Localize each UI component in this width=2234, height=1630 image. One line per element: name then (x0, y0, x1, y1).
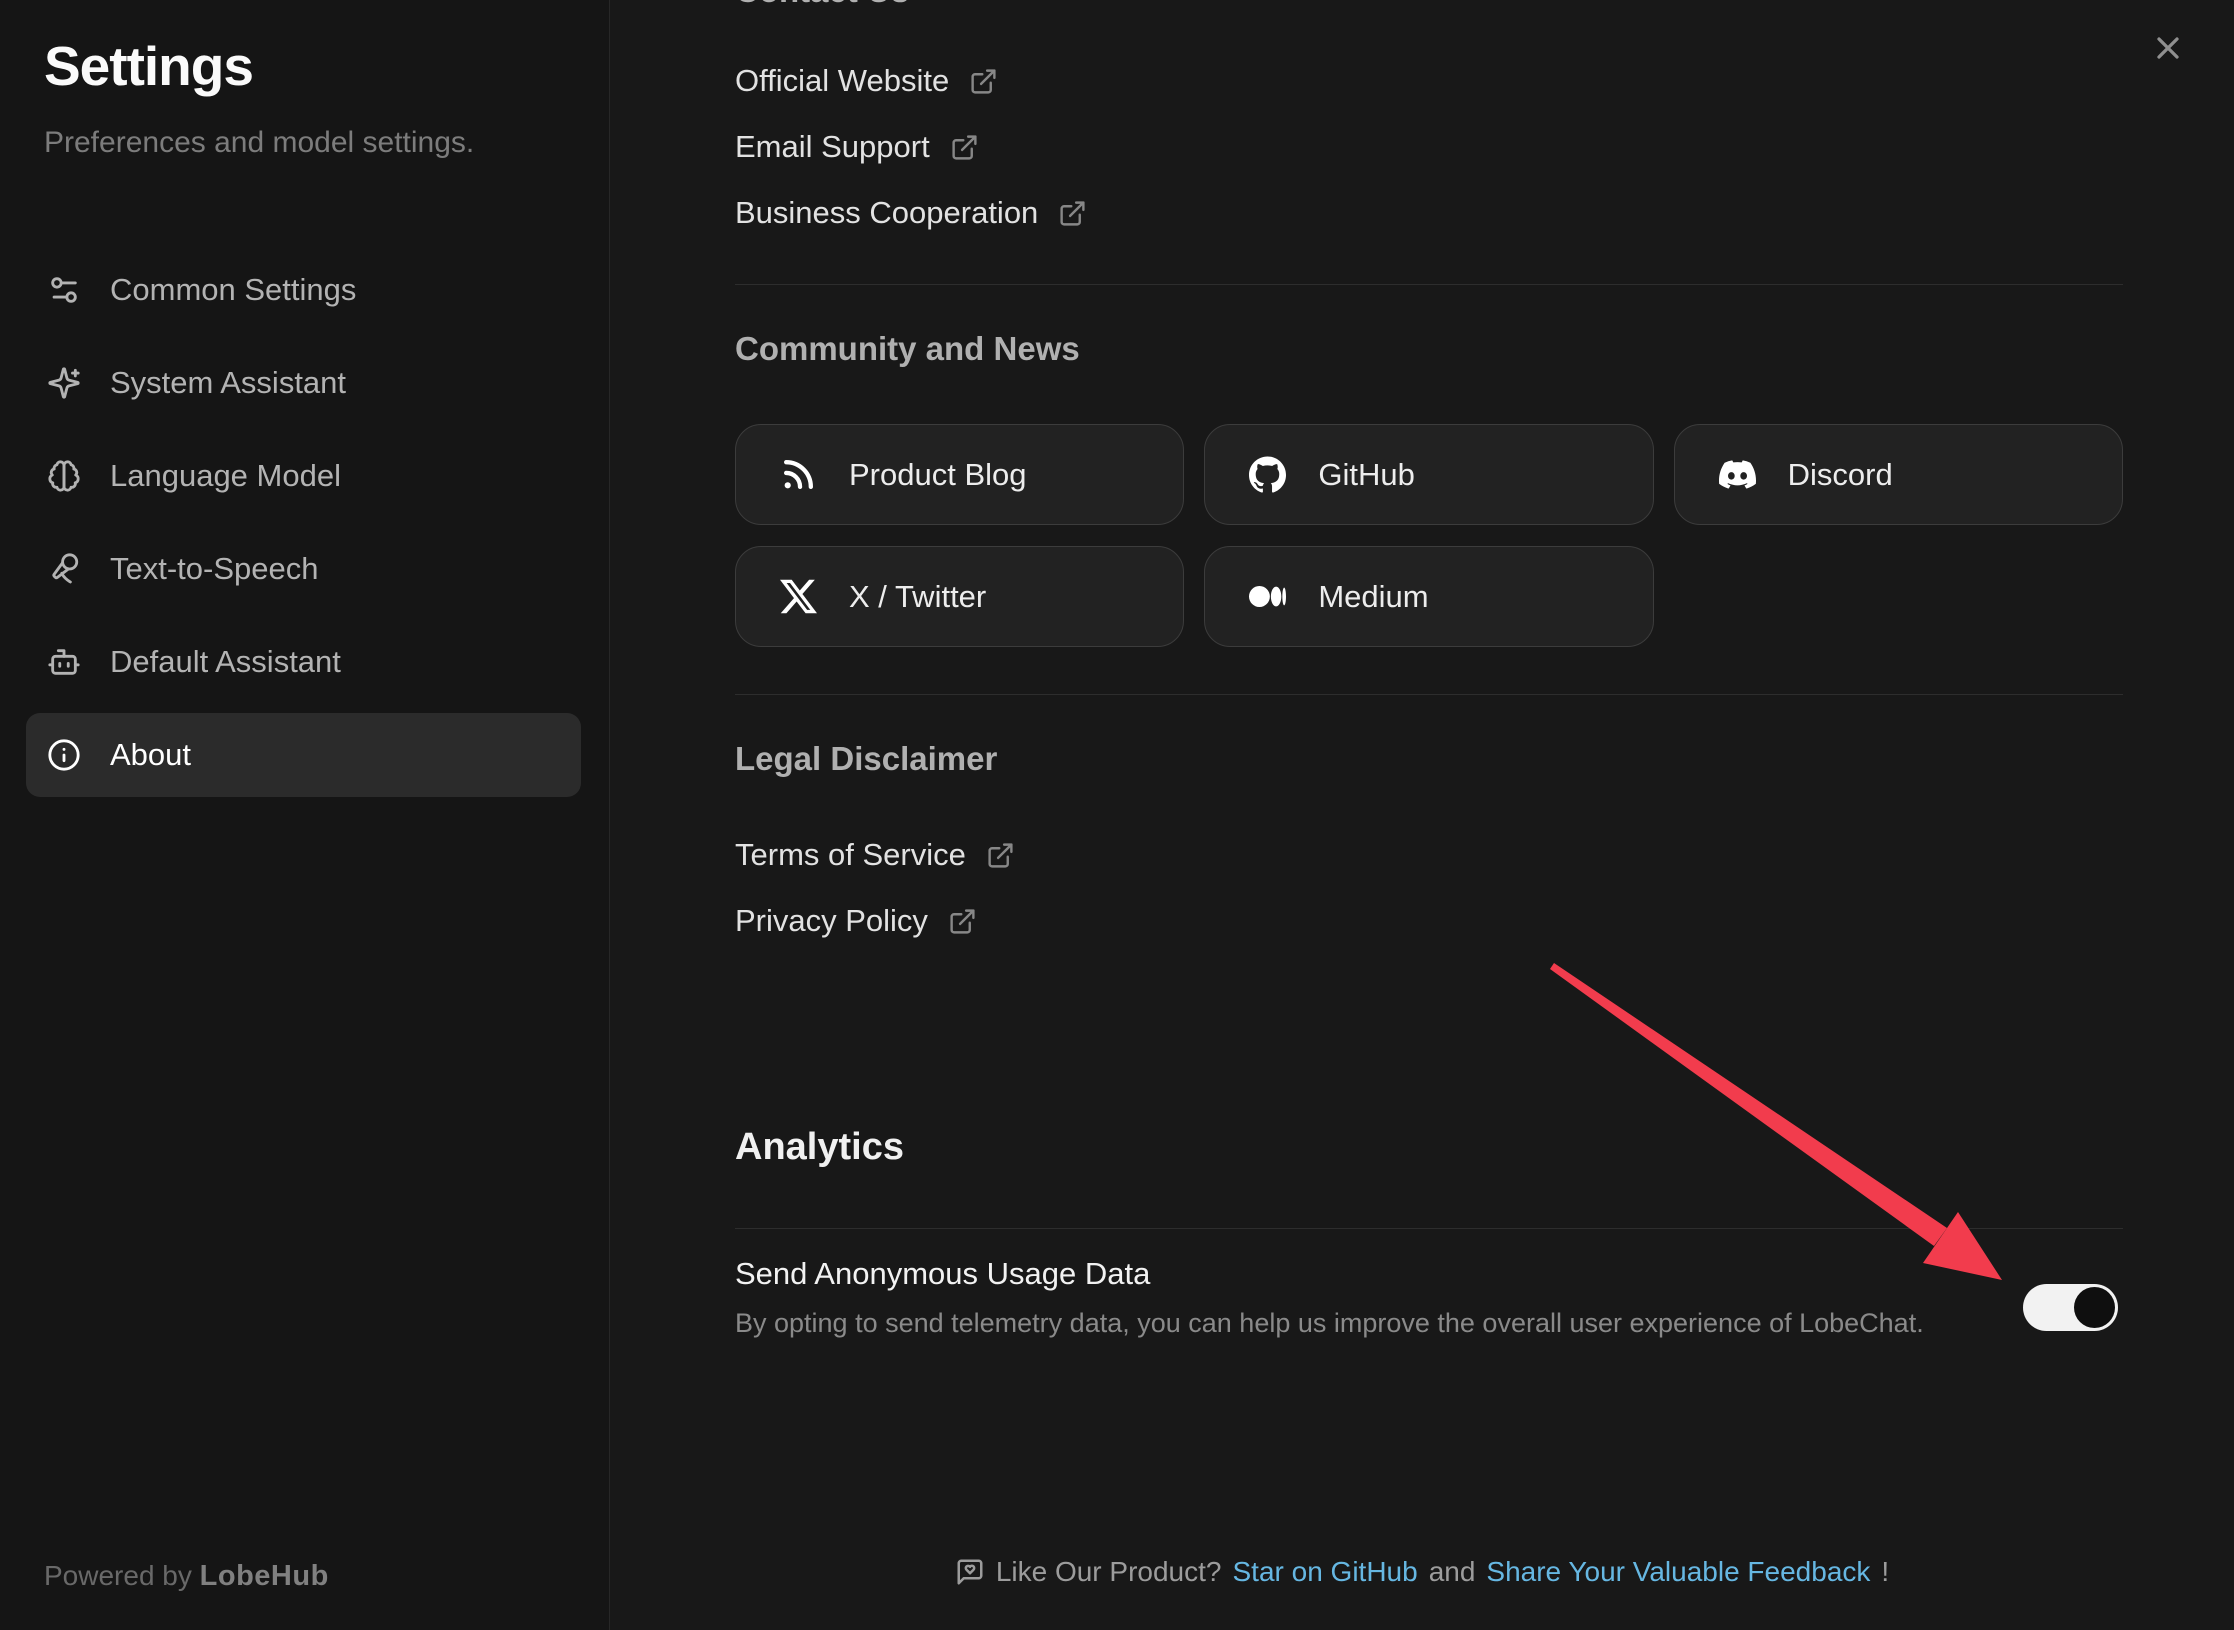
toggle-knob (2074, 1287, 2115, 1328)
button-label: Discord (1788, 457, 1893, 493)
powered-by[interactable]: Powered by LobeHub (44, 1560, 329, 1593)
email-support-link[interactable]: Email Support (735, 124, 979, 170)
sparkles-icon (47, 366, 81, 400)
powered-by-text: Powered by (44, 1560, 192, 1591)
github-button[interactable]: GitHub (1204, 424, 1653, 525)
sidebar-item-about[interactable]: About (26, 713, 581, 797)
x-twitter-button[interactable]: X / Twitter (735, 546, 1184, 647)
sidebar-item-label: Common Settings (110, 272, 356, 308)
external-link-icon (948, 907, 977, 936)
external-link-icon (950, 133, 979, 162)
discord-icon (1719, 456, 1756, 493)
bot-icon (47, 645, 81, 679)
analytics-section-title: Analytics (735, 1126, 904, 1169)
business-cooperation-link[interactable]: Business Cooperation (735, 190, 1087, 236)
footer-text: and (1429, 1556, 1476, 1588)
link-label: Privacy Policy (735, 903, 928, 939)
official-website-link[interactable]: Official Website (735, 58, 998, 104)
feedback-footer: Like Our Product? Star on GitHub and Sha… (610, 1556, 2234, 1588)
sidebar-item-common-settings[interactable]: Common Settings (26, 248, 581, 332)
button-label: Medium (1318, 579, 1428, 615)
close-button[interactable] (2146, 26, 2190, 70)
footer-text: Like Our Product? (996, 1556, 1222, 1588)
page-subtitle: Preferences and model settings. (44, 126, 474, 160)
link-label: Email Support (735, 129, 930, 165)
settings-sidebar: Settings Preferences and model settings.… (0, 0, 610, 1630)
sidebar-item-label: Default Assistant (110, 644, 341, 680)
external-link-icon (969, 67, 998, 96)
footer-text: ! (1881, 1556, 1889, 1588)
section-divider (735, 1228, 2123, 1229)
sliders-icon (47, 273, 81, 307)
privacy-policy-link[interactable]: Privacy Policy (735, 898, 977, 944)
button-label: X / Twitter (849, 579, 986, 615)
sidebar-item-text-to-speech[interactable]: Text-to-Speech (26, 527, 581, 611)
external-link-icon (1058, 199, 1087, 228)
button-label: Product Blog (849, 457, 1027, 493)
sidebar-item-default-assistant[interactable]: Default Assistant (26, 620, 581, 704)
terms-of-service-link[interactable]: Terms of Service (735, 832, 1015, 878)
discord-button[interactable]: Discord (1674, 424, 2123, 525)
usage-data-label: Send Anonymous Usage Data (735, 1256, 1150, 1292)
rss-icon (780, 456, 817, 493)
community-section-title: Community and News (735, 330, 1080, 368)
page-title: Settings (44, 34, 253, 98)
about-panel: Contact Us Official Website Email Suppor… (610, 0, 2234, 1630)
section-divider (735, 694, 2123, 695)
sidebar-item-label: About (110, 737, 191, 773)
sidebar-item-label: System Assistant (110, 365, 346, 401)
sidebar-item-language-model[interactable]: Language Model (26, 434, 581, 518)
message-heart-icon (955, 1557, 985, 1587)
mic-icon (47, 552, 81, 586)
close-icon (2150, 30, 2186, 66)
share-feedback-link[interactable]: Share Your Valuable Feedback (1486, 1556, 1870, 1588)
x-twitter-icon (780, 578, 817, 615)
usage-data-description: By opting to send telemetry data, you ca… (735, 1308, 1924, 1339)
medium-button[interactable]: Medium (1204, 546, 1653, 647)
lobehub-logo: LobeHub (200, 1560, 329, 1592)
external-link-icon (986, 841, 1015, 870)
link-label: Terms of Service (735, 837, 966, 873)
medium-icon (1249, 578, 1286, 615)
sidebar-item-system-assistant[interactable]: System Assistant (26, 341, 581, 425)
github-icon (1249, 456, 1286, 493)
link-label: Business Cooperation (735, 195, 1038, 231)
sidebar-item-label: Text-to-Speech (110, 551, 319, 587)
info-icon (47, 738, 81, 772)
product-blog-button[interactable]: Product Blog (735, 424, 1184, 525)
section-divider (735, 284, 2123, 285)
link-label: Official Website (735, 63, 949, 99)
legal-section-title: Legal Disclaimer (735, 740, 997, 778)
button-label: GitHub (1318, 457, 1414, 493)
star-on-github-link[interactable]: Star on GitHub (1232, 1556, 1417, 1588)
community-buttons: Product Blog GitHub Discord X / Twitter … (735, 424, 2123, 647)
sidebar-item-label: Language Model (110, 458, 341, 494)
about-content: Contact Us Official Website Email Suppor… (735, 0, 2123, 1630)
usage-data-toggle[interactable] (2023, 1284, 2118, 1331)
sidebar-nav: Common Settings System Assistant Languag… (26, 248, 581, 806)
brain-icon (47, 459, 81, 493)
contact-section-title: Contact Us (735, 0, 909, 10)
